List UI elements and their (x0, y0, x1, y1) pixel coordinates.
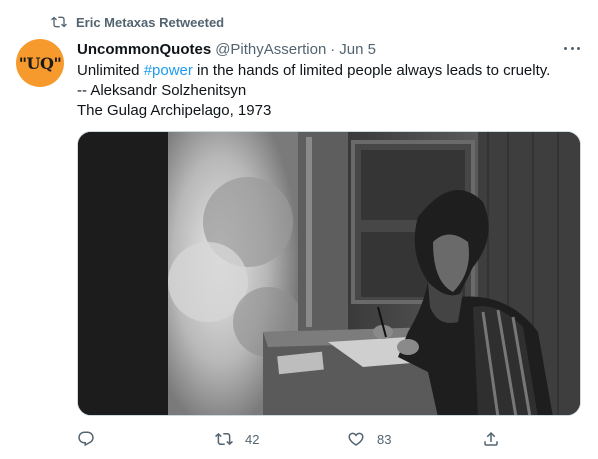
like-icon (348, 432, 364, 446)
retweet-context[interactable]: Eric Metaxas Retweeted (51, 13, 224, 31)
tweet-text-line: Unlimited #power in the hands of limited… (77, 61, 577, 81)
more-dot (570, 46, 574, 50)
author-handle[interactable]: @PithyAssertion (215, 41, 326, 58)
reply-button[interactable] (77, 428, 107, 450)
more-icon[interactable] (562, 40, 582, 56)
like-button[interactable]: 83 (347, 428, 391, 450)
retweet-count: 42 (245, 431, 260, 447)
like-count: 83 (377, 431, 392, 447)
retweet-icon (51, 16, 67, 28)
more-dot (564, 46, 567, 50)
tweet-text-line: -- Aleksandr Solzhenitsyn (77, 82, 247, 99)
retweet-icon (215, 432, 233, 446)
photo-icon (78, 132, 580, 415)
tweet-text-segment: in the hands of limited people always le… (192, 62, 551, 79)
tweet-header: UncommonQuotes @PithyAssertion · Jun 5 (77, 39, 376, 59)
tweet-photo[interactable] (77, 131, 581, 416)
author-name[interactable]: UncommonQuotes (77, 41, 211, 58)
retweeted-by-label[interactable]: Eric Metaxas Retweeted (76, 15, 224, 30)
hashtag-link[interactable]: #power (144, 62, 193, 79)
tweet-text-segment: Unlimited (77, 62, 144, 79)
reply-icon (78, 431, 94, 447)
tweet-text: Unlimited #power in the hands of limited… (77, 61, 577, 121)
share-icon (484, 431, 498, 446)
tweet-date[interactable]: Jun 5 (339, 41, 376, 58)
share-button[interactable] (482, 428, 512, 450)
avatar[interactable]: "UQ" (16, 39, 64, 87)
more-dot (577, 46, 580, 50)
header-separator: · (330, 40, 336, 58)
tweet-actions: 42 83 (77, 428, 507, 450)
tweet-text-line: The Gulag Archipelago, 1973 (77, 102, 272, 119)
avatar-logo-text: "UQ" (18, 53, 62, 73)
retweet-button[interactable]: 42 (215, 428, 259, 450)
